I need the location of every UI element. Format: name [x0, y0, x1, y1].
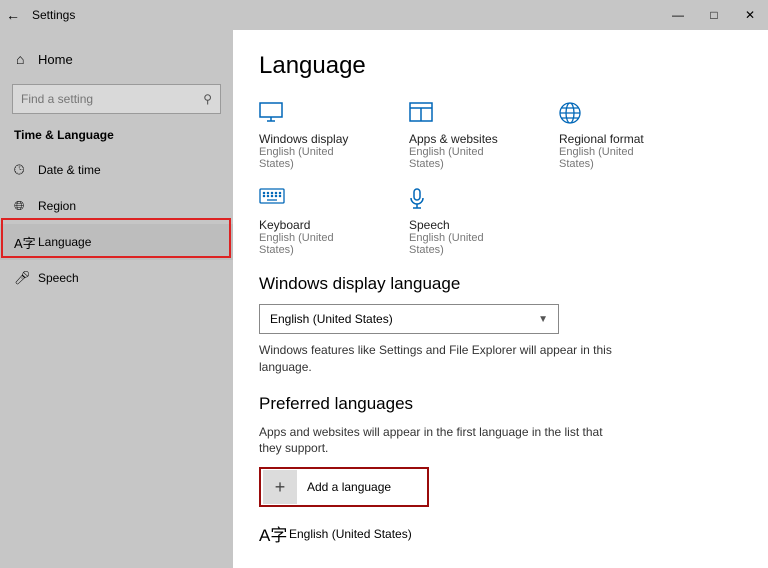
tile-title: Regional format [559, 132, 671, 146]
main-content: Language Windows display English (United… [233, 30, 768, 568]
minimize-button[interactable]: — [660, 8, 696, 22]
sidebar-item-language[interactable]: A字 Language [0, 224, 233, 260]
sidebar-item-label: Region [38, 199, 76, 213]
keyboard-icon [259, 188, 371, 214]
tiles-row-1: Windows display English (United States) … [259, 102, 742, 170]
sidebar-item-label: Language [38, 235, 91, 249]
category-heading: Time & Language [0, 124, 233, 152]
preferred-languages-heading: Preferred languages [259, 394, 742, 414]
search-icon: ⚲ [203, 92, 212, 106]
globe-icon [559, 102, 671, 128]
language-item-icon: A字 [259, 521, 289, 546]
tile-sub: English (United States) [409, 232, 521, 256]
window-title: Settings [26, 8, 75, 22]
monitor-icon [259, 102, 371, 128]
display-language-heading: Windows display language [259, 274, 742, 294]
display-language-desc: Windows features like Settings and File … [259, 342, 619, 376]
language-item-label: English (United States) [289, 527, 412, 541]
tile-speech[interactable]: Speech English (United States) [409, 188, 521, 256]
language-icon: A字 [14, 233, 38, 252]
sidebar-item-speech[interactable]: 🎤︎ Speech [0, 260, 233, 296]
tile-title: Apps & websites [409, 132, 521, 146]
tile-keyboard[interactable]: Keyboard English (United States) [259, 188, 371, 256]
tile-sub: English (United States) [409, 146, 521, 170]
tile-title: Windows display [259, 132, 371, 146]
tile-apps-websites[interactable]: Apps & websites English (United States) [409, 102, 521, 170]
tile-sub: English (United States) [559, 146, 671, 170]
maximize-button[interactable]: □ [696, 8, 732, 22]
apps-icon [409, 102, 521, 128]
globe-icon: 🌐︎ [14, 198, 38, 214]
preferred-languages-desc: Apps and websites will appear in the fir… [259, 424, 619, 458]
sidebar-item-region[interactable]: 🌐︎ Region [0, 188, 233, 224]
clock-icon: 🕒︎ [14, 162, 38, 178]
dropdown-value: English (United States) [270, 312, 393, 326]
tile-regional-format[interactable]: Regional format English (United States) [559, 102, 671, 170]
tile-title: Keyboard [259, 218, 371, 232]
add-language-label: Add a language [299, 480, 391, 494]
home-icon: ⌂ [16, 51, 38, 67]
tiles-row-2: Keyboard English (United States) Speech … [259, 188, 742, 256]
back-button[interactable]: ← [0, 7, 26, 23]
page-title: Language [259, 52, 742, 80]
plus-icon: + [263, 470, 297, 504]
tile-title: Speech [409, 218, 521, 232]
search-input[interactable] [21, 92, 203, 106]
language-item[interactable]: A字 English (United States) [259, 521, 742, 546]
home-label: Home [38, 52, 73, 67]
tile-windows-display[interactable]: Windows display English (United States) [259, 102, 371, 170]
sidebar: ⌂ Home ⚲ Time & Language 🕒︎ Date & time … [0, 30, 233, 568]
home-link[interactable]: ⌂ Home [0, 42, 233, 76]
tile-sub: English (United States) [259, 146, 371, 170]
close-button[interactable]: ✕ [732, 8, 768, 22]
sidebar-item-label: Speech [38, 271, 79, 285]
tile-sub: English (United States) [259, 232, 371, 256]
sidebar-item-label: Date & time [38, 163, 101, 177]
sidebar-item-date-time[interactable]: 🕒︎ Date & time [0, 152, 233, 188]
add-language-button[interactable]: + Add a language [259, 467, 429, 507]
chevron-down-icon: ▼ [538, 314, 548, 325]
microphone-icon: 🎤︎ [14, 270, 38, 286]
search-box[interactable]: ⚲ [12, 84, 221, 114]
microphone-icon [409, 188, 521, 214]
display-language-dropdown[interactable]: English (United States) ▼ [259, 304, 559, 334]
titlebar: ← Settings — □ ✕ [0, 0, 768, 30]
